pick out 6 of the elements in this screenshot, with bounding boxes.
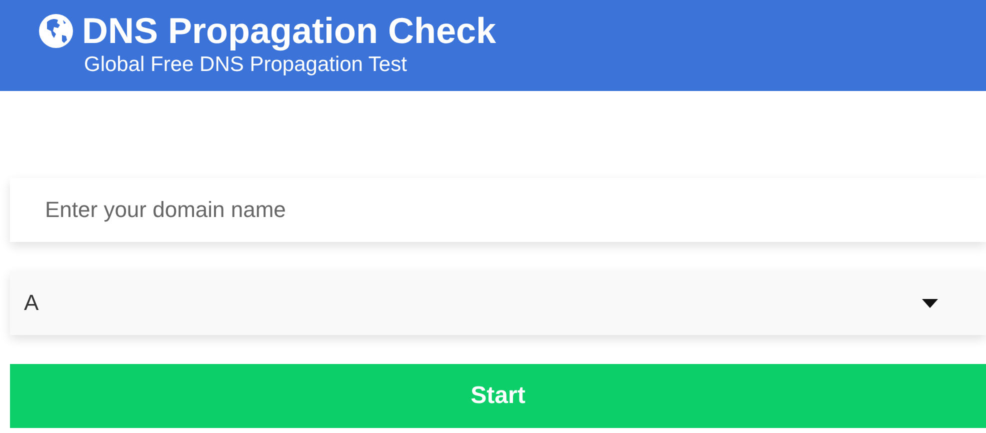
site-subtitle: Global Free DNS Propagation Test	[84, 52, 407, 78]
domain-field[interactable]: Enter your domain name	[10, 178, 986, 242]
record-type-select[interactable]: A	[10, 271, 986, 335]
globe-icon	[38, 13, 74, 49]
site-title: DNS Propagation Check	[82, 10, 496, 52]
caret-icon	[922, 298, 938, 308]
